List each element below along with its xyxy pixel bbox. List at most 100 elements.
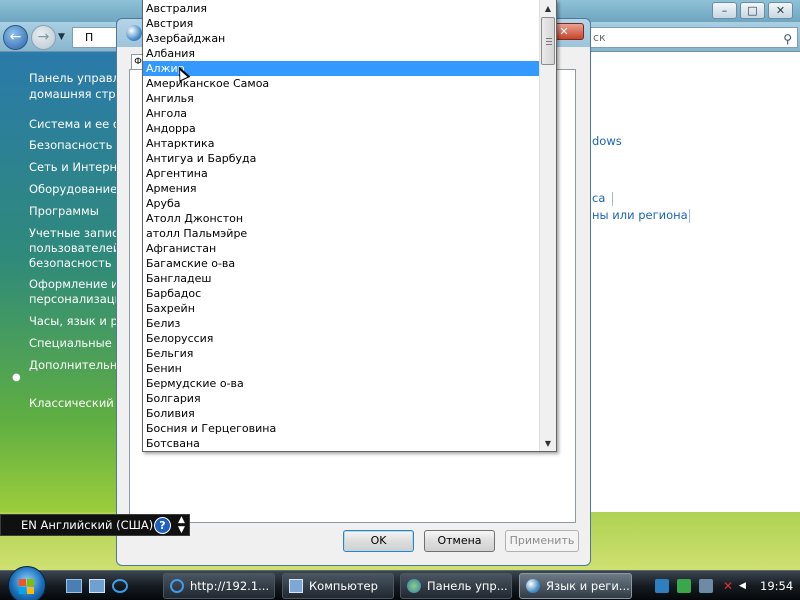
globe-icon	[126, 25, 142, 41]
security-center-icon[interactable]	[677, 579, 691, 593]
tray-expand-icon[interactable]: ◀	[739, 579, 753, 593]
country-option[interactable]: Андорра	[143, 121, 539, 136]
country-option[interactable]: Бангладеш	[143, 271, 539, 286]
taskbar-item-region-language[interactable]: Язык и реги...	[519, 573, 632, 599]
link-windows[interactable]: dows	[592, 134, 622, 148]
country-option[interactable]: Босния и Герцеговина	[143, 421, 539, 436]
language-bar-options-icon[interactable]: ▲ ▼	[178, 515, 185, 535]
sidebar-item-system[interactable]: Система и ее об	[29, 117, 125, 132]
minimize-button[interactable]: –	[712, 2, 737, 19]
country-option[interactable]: Австралия	[143, 1, 539, 16]
scroll-down-arrow-icon[interactable]: ▼	[540, 435, 556, 451]
country-option[interactable]: Антарктика	[143, 136, 539, 151]
country-option[interactable]: Австрия	[143, 16, 539, 31]
volume-muted-icon[interactable]: ✕	[721, 579, 735, 593]
taskbar-item-computer[interactable]: Компьютер	[282, 573, 394, 599]
address-bar[interactable]: П	[72, 27, 120, 48]
sidebar-item-accessibility[interactable]: Специальные в	[29, 336, 122, 351]
country-option[interactable]: Ангилья	[143, 91, 539, 106]
link-region-name[interactable]: ны или региона	[592, 208, 688, 222]
country-option[interactable]: Багамские о-ва	[143, 256, 539, 271]
country-option[interactable]: Атолл Джонстон	[143, 211, 539, 226]
sidebar-item-programs[interactable]: Программы	[29, 204, 99, 219]
country-option[interactable]: Болгария	[143, 391, 539, 406]
country-option[interactable]: Боливия	[143, 406, 539, 421]
sidebar-item-accounts-line2[interactable]: пользователей	[29, 241, 120, 256]
country-option[interactable]: Американское Самоа	[143, 76, 539, 91]
country-option[interactable]: Ангола	[143, 106, 539, 121]
close-button[interactable]: ✕	[768, 2, 793, 19]
scroll-up-arrow-icon[interactable]: ▲	[540, 0, 556, 17]
globe-icon	[526, 579, 540, 593]
sidebar-item-accounts-line1[interactable]: Учетные записи	[29, 226, 125, 241]
taskbar-item-browser[interactable]: http://192.1...	[163, 573, 275, 599]
country-option[interactable]: Армения	[143, 181, 539, 196]
ok-button[interactable]: OK	[343, 530, 414, 552]
sidebar-home-line1: Панель управле	[29, 71, 125, 85]
task-label: Язык и реги...	[546, 579, 630, 593]
country-option[interactable]: Бермудские о-ва	[143, 376, 539, 391]
scrollbar-thumb[interactable]	[541, 17, 555, 65]
sidebar-item-security[interactable]: Безопасность	[29, 138, 112, 153]
sidebar-item-clock-language-region[interactable]: Часы, язык и рег	[29, 314, 125, 329]
clock[interactable]: 19:54	[760, 573, 793, 599]
link-separator	[612, 192, 613, 206]
sidebar-item-classic-view[interactable]: Классический в	[29, 396, 124, 411]
sidebar-item-appearance-line1[interactable]: Оформление и	[29, 277, 119, 292]
input-language-label[interactable]: EN Английский (США)	[21, 515, 153, 535]
country-option[interactable]: Бельгия	[143, 346, 539, 361]
windows-logo-icon	[19, 579, 35, 595]
forward-button[interactable]: →	[31, 25, 56, 50]
help-icon[interactable]: ?	[154, 517, 171, 534]
sidebar-home-line2: домашняя стра	[29, 87, 123, 101]
country-option[interactable]: Антигуа и Барбуда	[143, 151, 539, 166]
sidebar-item-hardware[interactable]: Оборудование и	[29, 182, 125, 197]
address-text: П	[85, 31, 94, 44]
sidebar-item-appearance-line2[interactable]: персонализаци	[29, 292, 122, 307]
show-desktop-icon[interactable]	[66, 579, 82, 593]
link-region-tail[interactable]: са	[592, 191, 605, 205]
link-separator	[689, 209, 690, 223]
switch-windows-icon[interactable]	[89, 579, 105, 593]
country-option[interactable]: Алжир	[143, 61, 539, 76]
computer-icon	[289, 579, 303, 593]
country-option[interactable]: Ботсвана	[143, 436, 539, 451]
recent-pages-dropdown[interactable]: ▼	[58, 32, 65, 42]
country-option[interactable]: атолл Пальмэйре	[143, 226, 539, 241]
cancel-button[interactable]: Отмена	[424, 530, 495, 552]
country-option[interactable]: Белиз	[143, 316, 539, 331]
country-option[interactable]: Барбадос	[143, 286, 539, 301]
country-option[interactable]: Аруба	[143, 196, 539, 211]
country-option[interactable]: Белоруссия	[143, 331, 539, 346]
search-input[interactable]: ск ⚲	[588, 27, 798, 48]
task-label: http://192.1...	[190, 579, 270, 593]
back-button[interactable]: ←	[3, 25, 28, 50]
maximize-button[interactable]: □	[740, 2, 765, 19]
dropdown-scrollbar[interactable]: ▲ ▼	[539, 0, 556, 451]
control-panel-content: dows са ны или региона	[560, 52, 800, 512]
taskbar-item-control-panel[interactable]: Панель упр...	[400, 573, 512, 599]
control-panel-icon	[407, 579, 421, 593]
task-label: Панель упр...	[427, 579, 508, 593]
taskbar: http://192.1... Компьютер Панель упр... …	[0, 566, 800, 600]
ie-icon	[170, 579, 184, 593]
connections-icon[interactable]	[699, 579, 713, 593]
network-icon[interactable]	[655, 579, 669, 593]
sidebar-item-accounts-line3[interactable]: безопасность	[29, 256, 112, 271]
search-icon[interactable]: ⚲	[783, 30, 792, 49]
grip-line	[546, 38, 552, 39]
country-option[interactable]: Афганистан	[143, 241, 539, 256]
sidebar-item-additional[interactable]: Дополнительны	[29, 358, 125, 373]
country-dropdown-list[interactable]: Австралия Австрия Азербайджан Албания Алжир А…	[142, 0, 557, 452]
grip-line	[546, 44, 552, 45]
sidebar-home-link[interactable]: Панель управле домашняя стра	[29, 70, 125, 102]
country-option[interactable]: Албания	[143, 46, 539, 61]
country-option[interactable]: Азербайджан	[143, 31, 539, 46]
country-option[interactable]: Бенин	[143, 361, 539, 376]
apply-button[interactable]: Применить	[505, 530, 579, 552]
country-option[interactable]: Аргентина	[143, 166, 539, 181]
country-option[interactable]: Бахрейн	[143, 301, 539, 316]
sidebar-item-network[interactable]: Сеть и Интерне	[29, 160, 124, 175]
internet-explorer-icon[interactable]	[112, 579, 128, 593]
language-bar[interactable]: EN Английский (США) ? ▲ ▼	[0, 514, 190, 536]
